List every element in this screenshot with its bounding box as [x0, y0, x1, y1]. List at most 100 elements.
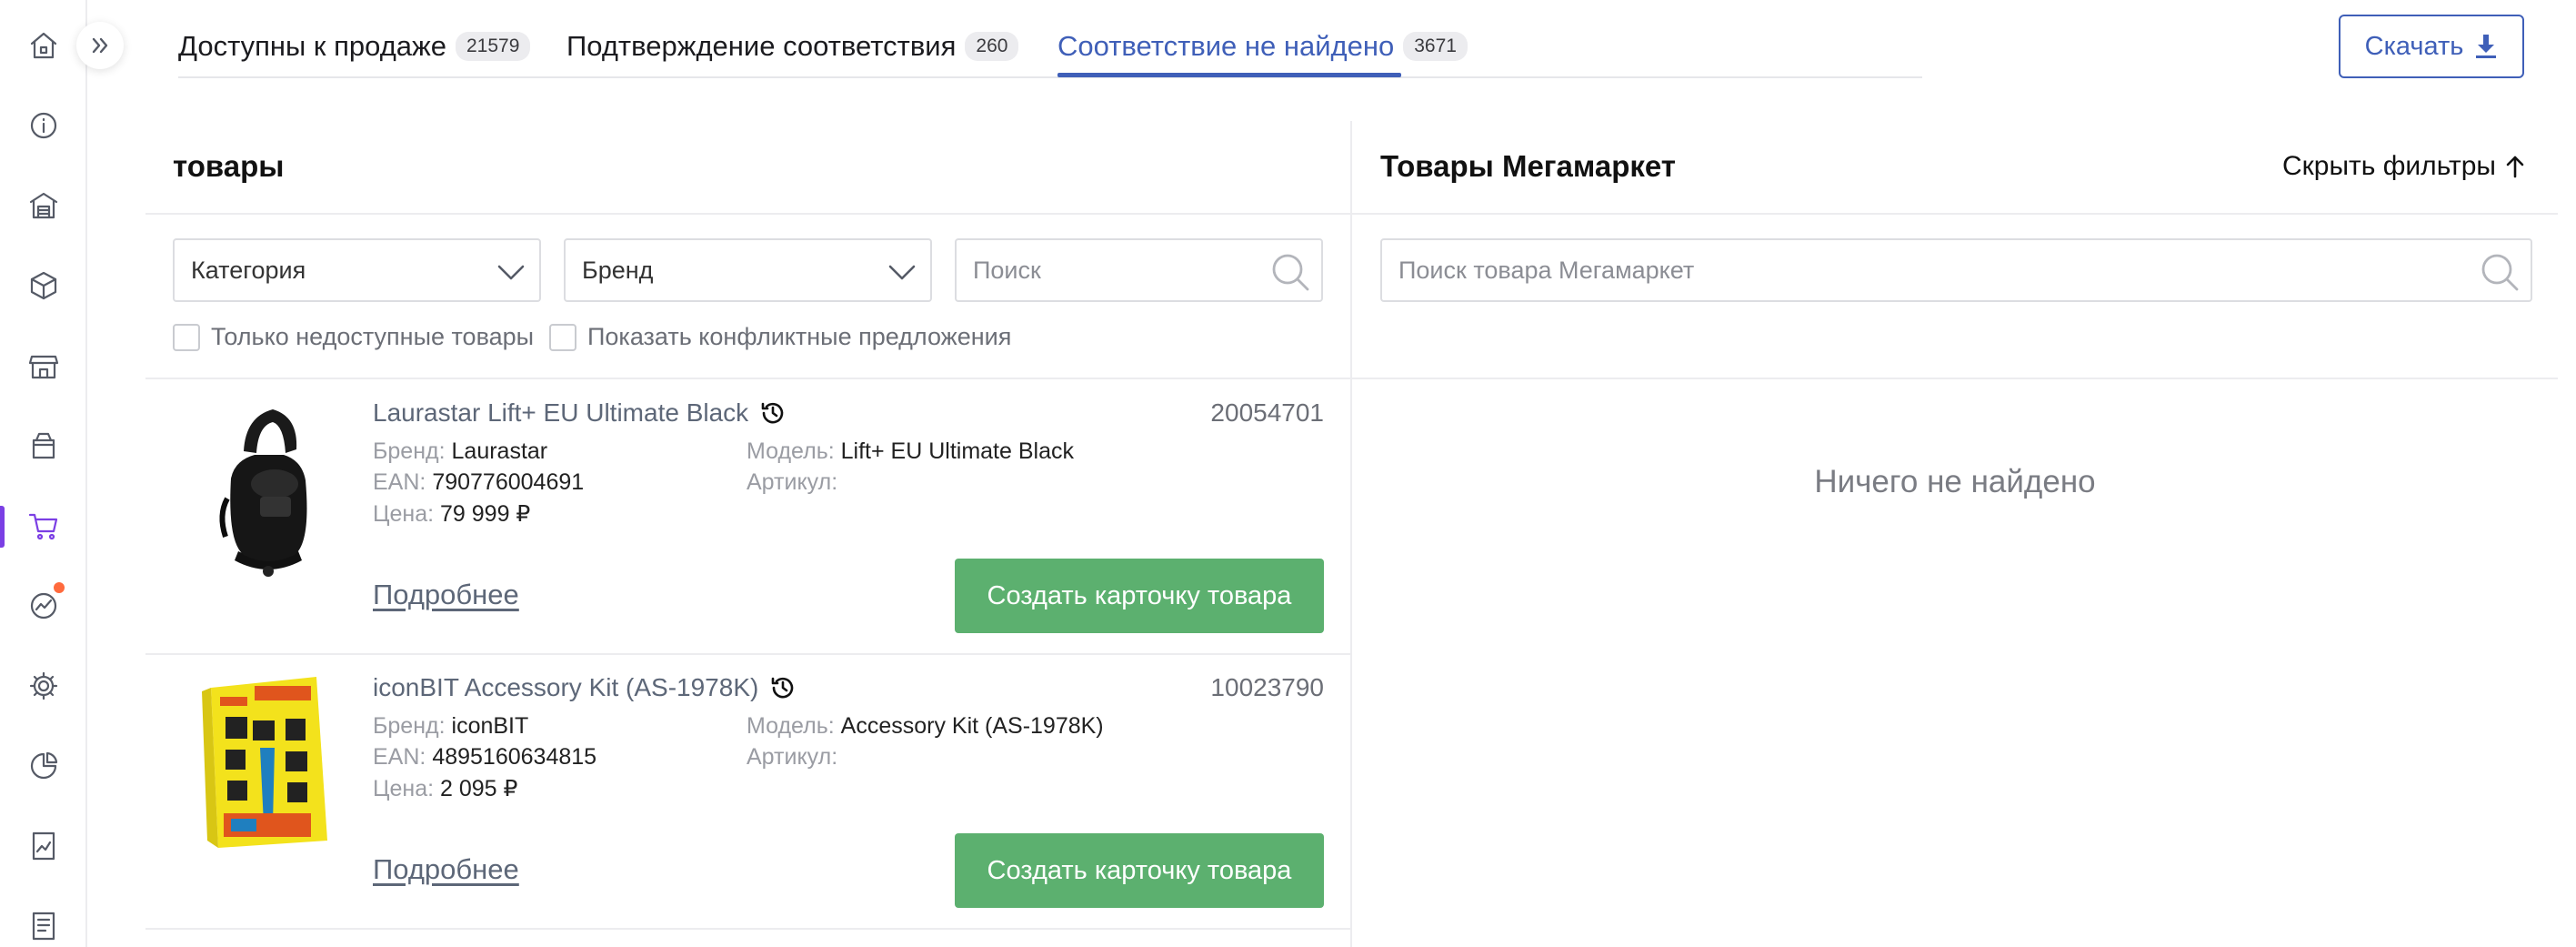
download-icon — [2476, 35, 2497, 58]
tab-label: Доступны к продаже — [178, 30, 446, 62]
product-row: Laurastar Lift+ EU Ultimate Black 200547… — [145, 380, 1351, 653]
cart-icon[interactable] — [25, 508, 62, 544]
product-title[interactable]: Laurastar Lift+ EU Ultimate Black — [373, 398, 787, 428]
tab-bar: Доступны к продаже 21579 Подтверждение с… — [178, 0, 1922, 78]
price-label: Цена: — [373, 501, 435, 527]
details-link[interactable]: Подробнее — [373, 853, 519, 886]
product-price: Цена: 79 999 ₽ — [373, 500, 530, 528]
product-id: 10023790 — [1210, 673, 1324, 701]
right-panel-title: Товары Мегамаркет — [1380, 149, 1676, 183]
warehouse-icon[interactable] — [25, 187, 62, 224]
ean-label: EAN: — [373, 744, 426, 770]
show-conflicts-checkbox[interactable] — [549, 323, 576, 351]
model-label: Модель: — [747, 438, 835, 464]
show-conflicts-option[interactable]: Показать конфликтные предложения — [549, 323, 1011, 351]
download-label: Скачать — [2364, 31, 2464, 61]
product-id: 20054701 — [1210, 398, 1324, 427]
category-select[interactable]: Категория — [173, 238, 541, 302]
search-icon — [2481, 254, 2519, 291]
details-link[interactable]: Подробнее — [373, 579, 519, 611]
active-tab-underline — [1057, 73, 1401, 77]
model-value: Lift+ EU Ultimate Black — [840, 438, 1074, 464]
product-ean: EAN: 790776004691 — [373, 469, 584, 496]
hide-filters-label: Скрыть фильтры — [2282, 151, 2496, 181]
model-label: Модель: — [747, 713, 835, 739]
product-model: Модель: Lift+ EU Ultimate Black — [747, 438, 1074, 465]
unavailable-only-label: Только недоступные товары — [211, 323, 535, 350]
pie-chart-icon[interactable] — [25, 748, 62, 784]
brand-label: Бренд: — [373, 713, 446, 739]
chevron-down-icon — [497, 265, 525, 280]
empty-state-message: Ничего не найдено — [1814, 464, 2096, 499]
product-title[interactable]: iconBIT Accessory Kit (AS-1978K) — [373, 673, 797, 702]
category-select-value: Категория — [191, 256, 306, 284]
article-label: Артикул: — [747, 469, 838, 495]
price-value: 2 095 ₽ — [440, 776, 518, 801]
info-icon[interactable] — [25, 107, 62, 144]
product-search-input[interactable] — [957, 240, 1321, 300]
brand-select-value: Бренд — [582, 256, 654, 284]
filters-divider — [145, 378, 2558, 379]
product-model: Модель: Accessory Kit (AS-1978K) — [747, 713, 1104, 740]
history-icon[interactable] — [769, 674, 797, 701]
header-divider — [145, 213, 2558, 215]
search-icon — [1272, 254, 1309, 291]
product-ean: EAN: 4895160634815 — [373, 744, 596, 771]
gear-icon[interactable] — [25, 668, 62, 704]
chevron-down-icon — [888, 265, 916, 280]
create-card-label: Создать карточку товара — [987, 855, 1292, 885]
tab-available[interactable]: Доступны к продаже 21579 — [178, 27, 531, 65]
product-brand: Бренд: Laurastar — [373, 438, 547, 465]
brand-value: iconBIT — [451, 713, 529, 739]
hide-filters-button[interactable]: Скрыть фильтры — [2282, 151, 2525, 182]
product-name: iconBIT Accessory Kit (AS-1978K) — [373, 673, 759, 701]
product-brand: Бренд: iconBIT — [373, 713, 528, 740]
product-article: Артикул: — [747, 469, 837, 496]
store-icon[interactable] — [25, 348, 62, 384]
product-search-box — [955, 238, 1323, 302]
price-value: 79 999 ₽ — [440, 501, 531, 527]
brand-label: Бренд: — [373, 438, 446, 464]
ean-value: 4895160634815 — [432, 744, 597, 770]
create-card-button[interactable]: Создать карточку товара — [955, 559, 1324, 633]
create-card-button[interactable]: Создать карточку товара — [955, 833, 1324, 908]
report-icon[interactable] — [25, 828, 62, 864]
product-price: Цена: 2 095 ₽ — [373, 775, 517, 802]
bag-icon[interactable] — [25, 428, 62, 464]
price-label: Цена: — [373, 776, 435, 801]
row-divider — [145, 928, 1351, 930]
ean-value: 790776004691 — [432, 469, 585, 495]
brand-value: Laurastar — [451, 438, 548, 464]
tab-label: Соответствие не найдено — [1057, 30, 1395, 62]
active-nav-indicator — [0, 506, 5, 548]
show-conflicts-label: Показать конфликтные предложения — [587, 323, 1012, 350]
box-icon[interactable] — [25, 267, 62, 304]
model-value: Accessory Kit (AS-1978K) — [840, 713, 1104, 739]
tab-count-badge: 21579 — [456, 32, 531, 61]
notification-dot — [54, 582, 65, 593]
expand-sidebar-button[interactable] — [76, 22, 124, 69]
product-image — [219, 409, 307, 577]
product-name: Laurastar Lift+ EU Ultimate Black — [373, 398, 749, 427]
left-panel-title: товары — [173, 149, 285, 183]
megamarket-search-input[interactable] — [1382, 240, 2531, 300]
arrow-up-icon — [2506, 156, 2524, 178]
tab-count-badge: 260 — [965, 32, 1019, 61]
brand-select[interactable]: Бренд — [564, 238, 932, 302]
unavailable-only-checkbox[interactable] — [173, 323, 200, 351]
ean-label: EAN: — [373, 469, 426, 495]
download-button[interactable]: Скачать — [2339, 15, 2524, 78]
product-row: iconBIT Accessory Kit (AS-1978K) 1002379… — [145, 655, 1351, 928]
home-icon[interactable] — [25, 27, 62, 64]
create-card-label: Создать карточку товара — [987, 580, 1292, 610]
unavailable-only-option[interactable]: Только недоступные товары — [173, 323, 534, 351]
analytics-icon[interactable] — [25, 588, 62, 624]
document-icon[interactable] — [25, 908, 62, 944]
product-article: Артикул: — [747, 744, 837, 771]
tab-label: Подтверждение соответствия — [566, 30, 957, 62]
megamarket-search-box — [1380, 238, 2532, 302]
history-icon[interactable] — [759, 399, 787, 427]
tab-not-found[interactable]: Соответствие не найдено 3671 — [1057, 27, 1468, 65]
sidebar — [0, 0, 87, 947]
tab-confirmation[interactable]: Подтверждение соответствия 260 — [566, 27, 1019, 65]
